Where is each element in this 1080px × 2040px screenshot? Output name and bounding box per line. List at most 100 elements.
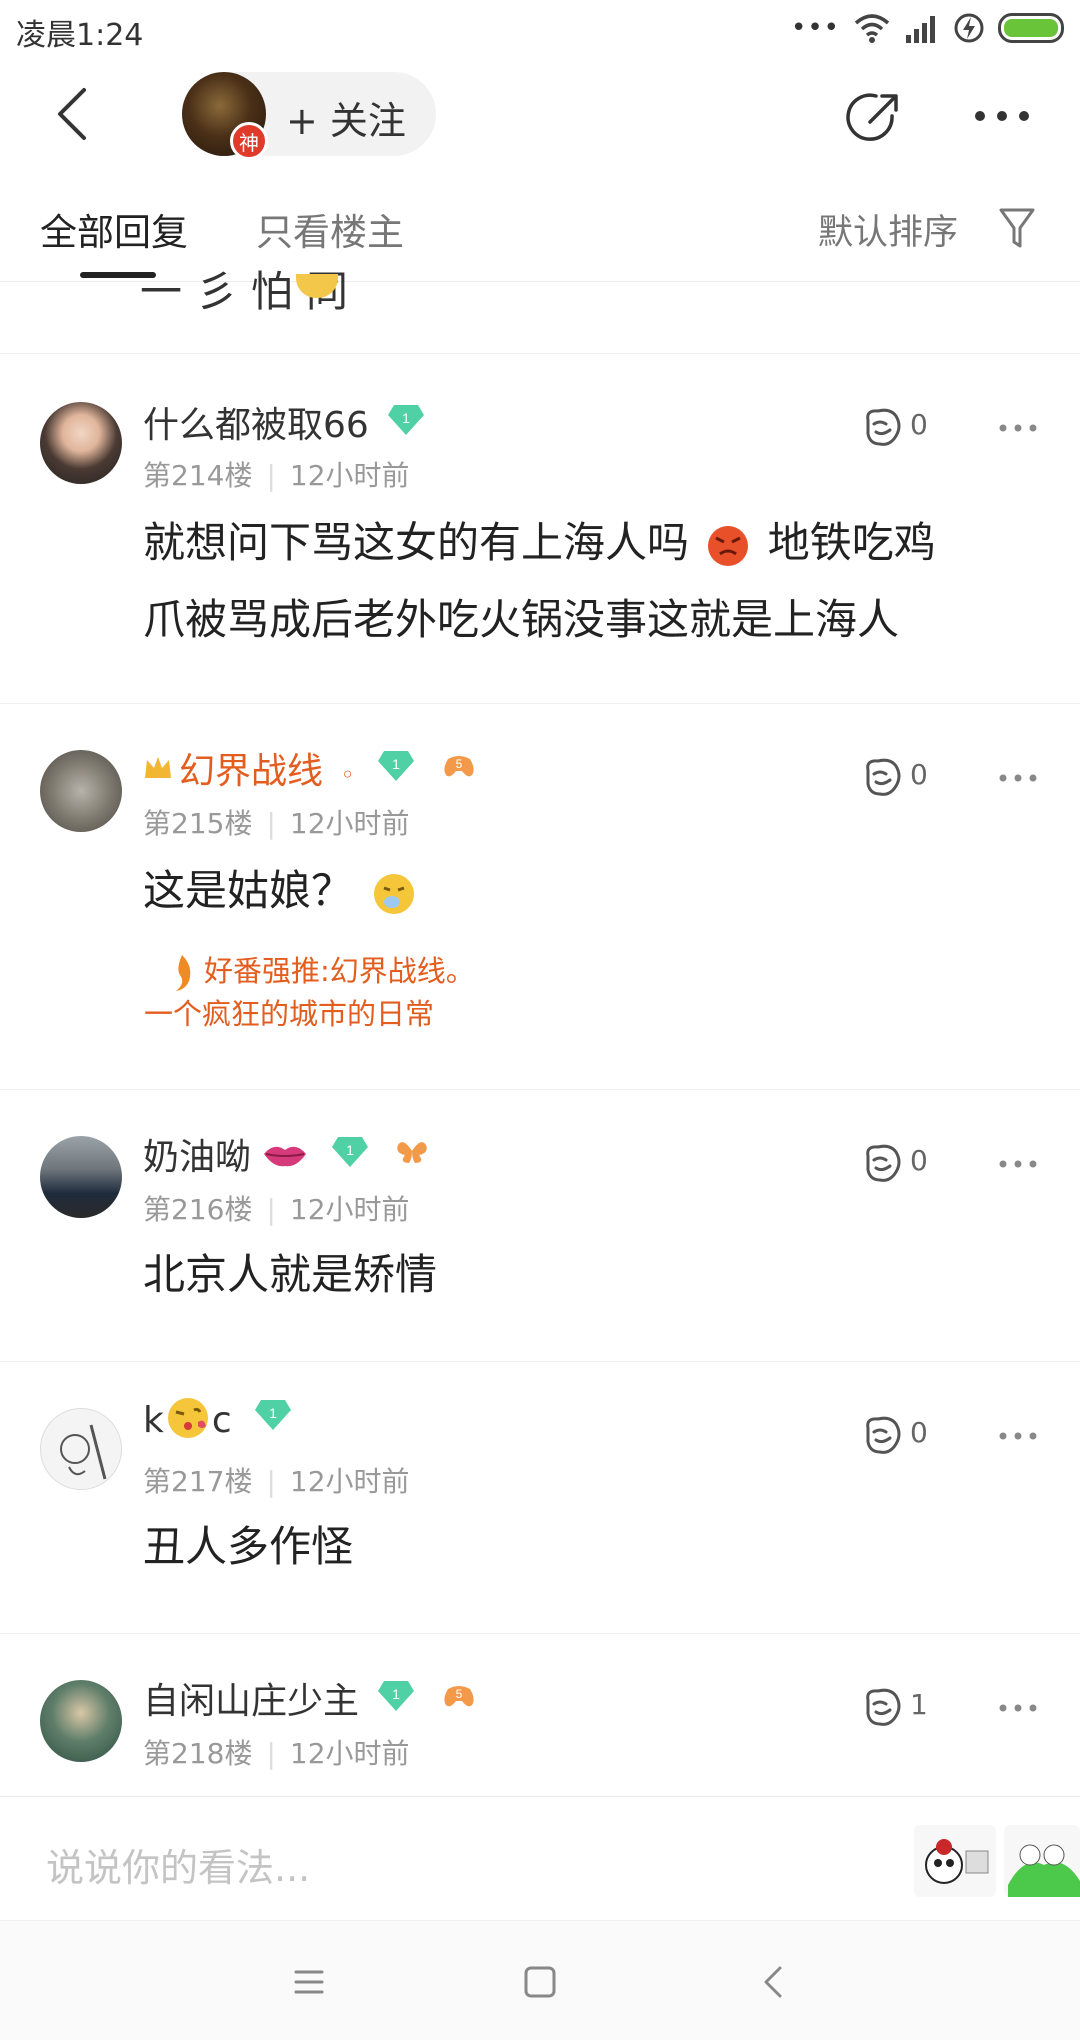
battery-icon <box>998 13 1064 43</box>
butterfly-badge-icon <box>397 1142 428 1163</box>
comment-more-icon[interactable] <box>998 1157 1038 1171</box>
username-text: 幻界战线 <box>179 751 324 792</box>
system-nav-bar <box>0 1920 1080 2040</box>
promo-text-line: 好番强推:幻界战线。 <box>204 954 475 988</box>
gamepad-badge-icon: 5 <box>444 1686 474 1707</box>
comment-more-icon[interactable] <box>998 1429 1038 1443</box>
like-icon <box>866 1416 901 1454</box>
flame-icon <box>176 955 191 991</box>
avatar[interactable] <box>40 1680 122 1762</box>
comment-text-line: 就想问下骂这女的有上海人吗 <box>143 518 690 567</box>
follow-label: + 关注 <box>286 99 406 143</box>
username-text: c <box>211 1400 232 1441</box>
svg-text:5: 5 <box>455 757 462 771</box>
comment-input[interactable]: 说说你的看法... <box>46 1837 310 1892</box>
svg-text:1: 1 <box>269 1405 277 1421</box>
comment-more-icon[interactable] <box>998 771 1038 785</box>
comment-more-icon[interactable] <box>998 421 1038 435</box>
comment-input-bar: 说说你的看法... <box>0 1796 1080 1920</box>
level-diamond-icon: 1 <box>378 1681 415 1711</box>
signal-icon <box>906 16 935 43</box>
like-count: 1 <box>910 1688 928 1721</box>
like-icon <box>866 1144 901 1182</box>
comment-text-line: 地铁吃鸡 <box>767 518 936 567</box>
floor-number: 第214楼 <box>143 459 253 492</box>
comment-meta: 第215楼 | 12小时前 <box>143 807 410 840</box>
more-icon[interactable] <box>972 96 1032 136</box>
comment-text: 就想问下骂这女的有上海人吗 地铁吃鸡 爪被骂成后老外吃火锅没事这就是上海人 <box>143 504 1043 658</box>
promo-tail[interactable]: 好番强推:幻界战线。 一个疯狂的城市的日常 <box>144 950 566 1035</box>
frog-sticker[interactable] <box>1004 1825 1080 1897</box>
like-icon <box>866 1688 901 1726</box>
comment-meta: 第218楼 | 12小时前 <box>143 1737 410 1770</box>
back-arrow-icon[interactable] <box>46 84 106 144</box>
username-text: 自闲山庄少主 <box>143 1681 360 1722</box>
comment-item: k c 1 第217楼 | 12小时前 0 丑人多作怪 <box>0 1362 1080 1634</box>
status-icons: ••• <box>791 8 1064 48</box>
panda-sticker-icon <box>925 1839 989 1884</box>
comment-more-icon[interactable] <box>998 1701 1038 1715</box>
follow-user-button[interactable]: 神 + 关注 <box>182 72 436 160</box>
like-button[interactable]: 1 <box>860 1686 940 1730</box>
svg-text:1: 1 <box>346 1142 354 1158</box>
tab-only-op[interactable]: 只看楼主 <box>256 202 404 256</box>
status-time: 凌晨1:24 <box>16 18 144 53</box>
username[interactable]: 什么都被取66 1 <box>143 396 426 448</box>
like-button[interactable]: 0 <box>860 756 940 800</box>
avatar[interactable] <box>40 402 122 484</box>
username[interactable]: 幻界战线 ◦ 1 5 <box>143 742 476 794</box>
like-icon <box>866 758 901 796</box>
home-icon[interactable] <box>515 1957 565 2007</box>
comment-text: 北京人就是矫情 <box>143 1250 438 1299</box>
menu-icon[interactable] <box>284 1957 334 2007</box>
wifi-icon <box>854 14 890 43</box>
like-count: 0 <box>910 408 928 441</box>
like-button[interactable]: 0 <box>860 406 940 450</box>
comment-item: 幻界战线 ◦ 1 5 第215楼 | 12小时前 0 这是姑娘？ 好番强推:幻界… <box>0 704 1080 1090</box>
username-text: 奶油呦 <box>143 1137 252 1178</box>
like-button[interactable]: 0 <box>860 1414 940 1458</box>
comment-item: 奶油呦 1 第216楼 | 12小时前 0 北京人就是矫情 <box>0 1090 1080 1362</box>
partial-comment: 一 彡 怕 同 <box>0 267 1080 354</box>
username[interactable]: k c 1 <box>143 1398 293 1441</box>
gamepad-badge-icon: 5 <box>443 756 474 777</box>
comment-item: 自闲山庄少主 1 5 第218楼 | 12小时前 1 <box>0 1634 1080 1796</box>
god-badge: 神 <box>230 122 268 160</box>
svg-text:1: 1 <box>392 756 400 772</box>
share-icon[interactable] <box>844 88 904 148</box>
like-button[interactable]: 0 <box>860 1142 940 1186</box>
filter-icon[interactable] <box>998 206 1036 250</box>
like-icon <box>866 408 901 446</box>
level-diamond-icon: 1 <box>331 1137 368 1167</box>
top-header: 神 + 关注 <box>0 56 1080 176</box>
sort-dropdown[interactable]: 默认排序 <box>818 204 958 255</box>
angry-emoji-icon <box>708 525 749 566</box>
status-bar: 凌晨1:24 ••• <box>0 0 1080 56</box>
doodle-avatar-icon <box>60 1424 107 1480</box>
username-text: 什么都被取66 <box>143 405 369 446</box>
post-time: 12小时前 <box>289 1193 410 1226</box>
like-count: 0 <box>910 758 928 791</box>
panda-sticker[interactable] <box>914 1825 996 1897</box>
post-time: 12小时前 <box>289 459 410 492</box>
promo-text-line: 一个疯狂的城市的日常 <box>144 997 435 1031</box>
floor-number: 第218楼 <box>143 1737 253 1770</box>
comment-item: 什么都被取66 1 第214楼 | 12小时前 0 就想问下骂这女的有上海人吗 地铁… <box>0 354 1080 704</box>
sneeze-emoji-icon <box>374 873 415 914</box>
nav-back-icon[interactable] <box>750 1957 800 2007</box>
tab-all-replies[interactable]: 全部回复 <box>40 202 188 256</box>
username-text: k <box>143 1400 164 1441</box>
avatar[interactable] <box>40 1408 122 1490</box>
comment-text-line: 爪被骂成后老外吃火锅没事这就是上海人 <box>143 595 900 644</box>
frog-sticker-icon <box>1008 1844 1080 1897</box>
crown-icon <box>145 757 171 778</box>
comment-meta: 第216楼 | 12小时前 <box>143 1193 410 1226</box>
username[interactable]: 自闲山庄少主 1 5 <box>143 1672 476 1724</box>
avatar[interactable] <box>40 750 122 832</box>
username[interactable]: 奶油呦 1 <box>143 1128 429 1180</box>
level-diamond-icon: 1 <box>255 1400 292 1430</box>
level-diamond-icon: 1 <box>378 751 415 781</box>
charging-icon <box>954 13 984 43</box>
floor-number: 第215楼 <box>143 807 253 840</box>
avatar[interactable] <box>40 1136 122 1218</box>
